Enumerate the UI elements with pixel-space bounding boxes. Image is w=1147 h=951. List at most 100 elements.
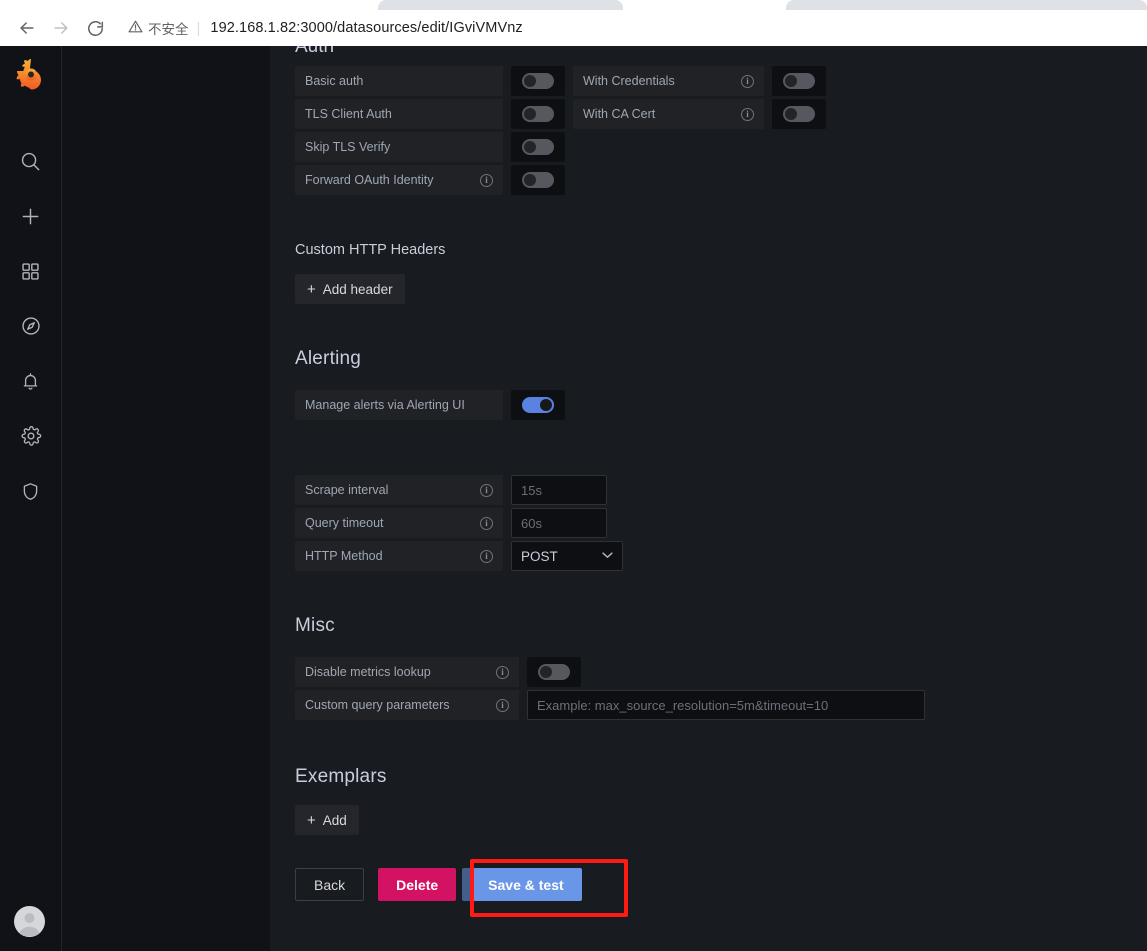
grafana-app: Auth Basic auth With Credentials (0, 46, 1147, 951)
manage-alerts-toggle[interactable] (511, 390, 565, 420)
scrape-interval-placeholder: 15s (521, 482, 542, 498)
search-icon (19, 150, 42, 173)
with-ca-cert-label: With CA Cert i (573, 99, 764, 129)
sidebar-item-dashboards[interactable] (14, 254, 48, 288)
sidebar-item-server-admin[interactable] (14, 474, 48, 508)
http-method-value: POST (521, 548, 558, 564)
misc-section: Misc Disable metrics lookup i Custom que… (295, 615, 1147, 720)
save-and-test-button[interactable]: Save & test (470, 868, 582, 901)
configuration-gear-icon (20, 425, 42, 447)
info-icon[interactable]: i (496, 665, 509, 679)
exemplars-section: Exemplars + Add (295, 766, 1147, 835)
tls-client-auth-toggle[interactable] (511, 99, 565, 129)
browser-address-bar[interactable]: 不安全 | 192.168.1.82:3000/datasources/edit… (118, 13, 1137, 43)
custom-query-parameters-input[interactable]: Example: max_source_resolution=5m&timeou… (527, 690, 925, 720)
with-credentials-label: With Credentials i (573, 66, 764, 96)
sidebar-item-create[interactable] (14, 199, 48, 233)
warning-triangle-icon (128, 19, 143, 37)
back-button[interactable]: Back (295, 868, 365, 901)
add-header-button[interactable]: + Add header (295, 274, 405, 304)
query-timeout-label: Query timeout i (295, 508, 503, 538)
add-header-label: Add header (322, 281, 393, 297)
disable-metrics-lookup-label: Disable metrics lookup i (295, 657, 519, 687)
tls-client-auth-label: TLS Client Auth (295, 99, 503, 129)
browser-tab-strip (0, 0, 1147, 10)
save-button-edge (462, 868, 477, 901)
alerting-section: Alerting Manage alerts via Alerting UI (295, 348, 1147, 420)
auth-row-2: TLS Client Auth With CA Cert i (295, 99, 1147, 129)
section-title-alerting: Alerting (295, 348, 362, 369)
basic-auth-label: Basic auth (295, 66, 503, 96)
custom-query-parameters-placeholder: Example: max_source_resolution=5m&timeou… (537, 697, 829, 713)
add-exemplar-button[interactable]: + Add (295, 805, 359, 835)
section-title-misc: Misc (295, 615, 335, 636)
chevron-down-icon (602, 550, 613, 562)
with-ca-cert-toggle[interactable] (772, 99, 826, 129)
plus-icon: + (307, 811, 316, 829)
basic-auth-toggle[interactable] (511, 66, 565, 96)
custom-query-parameters-row: Custom query parameters i Example: max_s… (295, 690, 1147, 720)
http-method-row: HTTP Method i POST (295, 541, 1147, 571)
sidebar-icon-list (14, 144, 48, 508)
delete-button[interactable]: Delete (378, 868, 457, 901)
dashboards-grid-icon (20, 261, 41, 282)
auth-row-4: Forward OAuth Identity i (295, 165, 1147, 195)
query-timeout-row: Query timeout i 60s (295, 508, 1147, 538)
plus-icon: + (307, 280, 316, 298)
query-timeout-placeholder: 60s (521, 515, 542, 531)
custom-http-headers-section: Custom HTTP Headers + Add header (295, 242, 1147, 304)
site-security-indicator[interactable]: 不安全 (128, 18, 189, 38)
browser-tab-active[interactable] (624, 0, 784, 10)
sidebar-nav (0, 46, 62, 951)
browser-back-button[interactable] (10, 11, 44, 45)
security-label: 不安全 (148, 22, 189, 37)
custom-query-parameters-label: Custom query parameters i (295, 690, 519, 720)
add-exemplar-label: Add (322, 812, 347, 828)
section-title-exemplars: Exemplars (295, 766, 387, 787)
sidebar-item-configuration[interactable] (14, 419, 48, 453)
server-admin-shield-icon (20, 481, 41, 502)
browser-reload-button[interactable] (78, 11, 112, 45)
manage-alerts-label: Manage alerts via Alerting UI (295, 390, 503, 420)
disable-metrics-lookup-row: Disable metrics lookup i (295, 657, 1147, 687)
auth-section: Basic auth With Credentials i TLS Client… (295, 66, 1147, 195)
sidebar-item-alerting[interactable] (14, 364, 48, 398)
explore-compass-icon (20, 315, 42, 337)
section-title-custom-http-headers: Custom HTTP Headers (295, 242, 446, 258)
query-timeout-input[interactable]: 60s (511, 508, 607, 538)
forward-oauth-identity-label: Forward OAuth Identity i (295, 165, 503, 195)
datasource-settings-panel: Auth Basic auth With Credentials (270, 46, 1147, 951)
info-icon[interactable]: i (480, 483, 493, 497)
section-title-auth: Auth (295, 46, 1147, 52)
skip-tls-verify-label: Skip TLS Verify (295, 132, 503, 162)
plus-icon (19, 205, 42, 228)
url-text: 192.168.1.82:3000/datasources/edit/IGviV… (210, 20, 523, 36)
info-icon[interactable]: i (480, 173, 493, 187)
with-credentials-toggle[interactable] (772, 66, 826, 96)
http-method-select[interactable]: POST (511, 541, 623, 571)
forward-oauth-identity-toggle[interactable] (511, 165, 565, 195)
browser-tab-inactive-2[interactable] (786, 0, 1147, 10)
save-and-test-label: Save & test (488, 876, 564, 893)
browser-forward-button[interactable] (44, 11, 78, 45)
info-icon[interactable]: i (496, 698, 509, 712)
browser-toolbar: 不安全 | 192.168.1.82:3000/datasources/edit… (0, 10, 1147, 46)
auth-row-1: Basic auth With Credentials i (295, 66, 1147, 96)
browser-tab-inactive-1[interactable] (378, 0, 623, 10)
info-icon[interactable]: i (741, 74, 754, 88)
info-icon[interactable]: i (741, 107, 754, 121)
grafana-logo[interactable] (11, 54, 51, 94)
info-icon[interactable]: i (480, 549, 493, 563)
skip-tls-verify-toggle[interactable] (511, 132, 565, 162)
scrape-interval-row: Scrape interval i 15s (295, 475, 1147, 505)
intervals-section: Scrape interval i 15s Query timeout i 60… (295, 475, 1147, 571)
scrape-interval-input[interactable]: 15s (511, 475, 607, 505)
auth-row-3: Skip TLS Verify (295, 132, 1147, 162)
disable-metrics-lookup-toggle[interactable] (527, 657, 581, 687)
scrape-interval-label: Scrape interval i (295, 475, 503, 505)
user-avatar[interactable] (14, 906, 45, 937)
sidebar-item-search[interactable] (14, 144, 48, 178)
sidebar-item-explore[interactable] (14, 309, 48, 343)
info-icon[interactable]: i (480, 516, 493, 530)
address-separator: | (196, 19, 201, 37)
